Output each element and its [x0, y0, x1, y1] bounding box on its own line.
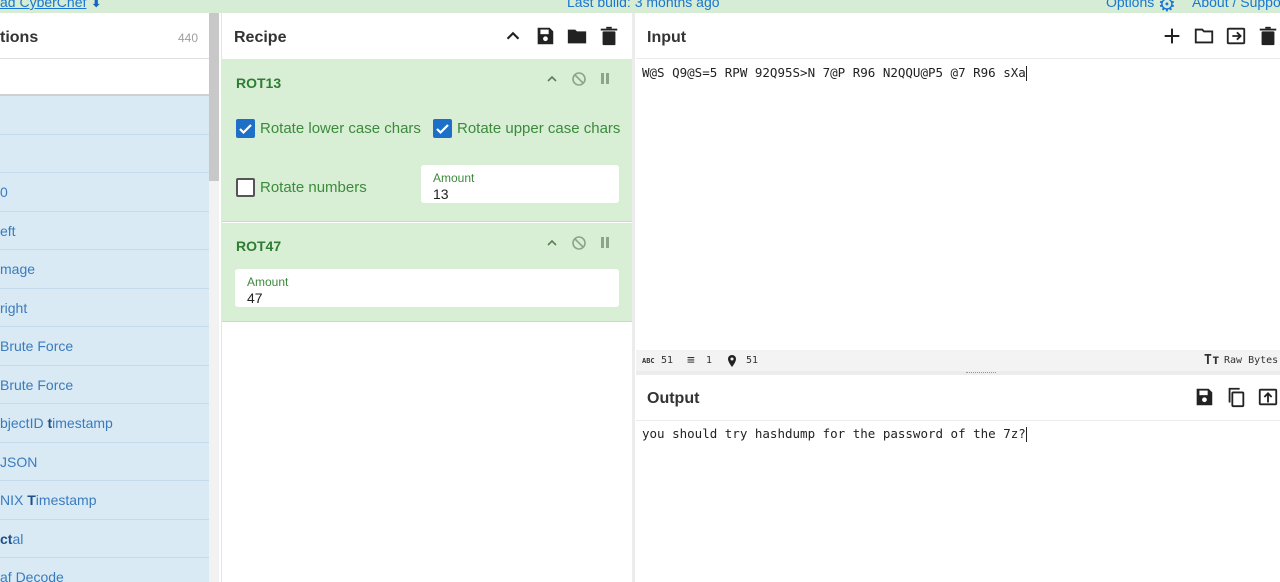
output-panel: Output you should try hashdump for the p… [636, 375, 1280, 582]
rotate-lower-checkbox[interactable] [236, 119, 255, 138]
rot47-title: ROT47 [236, 238, 282, 254]
top-banner: ad CyberChef ⬇ Last build: 3 months ago O… [0, 0, 1280, 13]
output-title: Output [647, 390, 700, 407]
check-icon [436, 124, 449, 135]
copy-icon[interactable] [1225, 386, 1247, 408]
rotate-numbers-checkbox[interactable] [236, 178, 255, 197]
input-header: Input [636, 13, 1280, 59]
about-link[interactable]: About / Suppo [1192, 0, 1280, 10]
input-title: Input [647, 29, 687, 46]
location-pin-icon [728, 355, 736, 367]
operation-list-item[interactable]: ctal [0, 520, 209, 558]
operations-title: tions [0, 29, 39, 46]
chevron-up-icon[interactable] [546, 237, 558, 249]
download-link[interactable]: ad CyberChef ⬇ [0, 0, 102, 11]
amount-label: Amount [247, 275, 289, 289]
output-header: Output [636, 375, 1280, 421]
operation-list-item[interactable]: Brute Force [0, 366, 209, 404]
last-build-text: Last build: 3 months ago [567, 0, 720, 10]
save-icon[interactable] [1193, 386, 1215, 408]
chevron-up-icon[interactable] [502, 25, 524, 47]
operation-list-item[interactable] [0, 96, 209, 135]
rotate-upper-label: Rotate upper case chars [457, 120, 621, 137]
operations-list: 0 eft mage right Brute Force Brute Force bject… [0, 96, 209, 582]
input-panel: Input W@S Q9@S=5 RPW 92Q95S>N 7@P R96 N2… [636, 13, 1280, 350]
input-status-bar: ABC 51 ≡ 1 51 Tт Raw Bytes [636, 350, 1280, 372]
disable-icon[interactable] [571, 235, 587, 251]
operations-scrollbar[interactable] [209, 13, 219, 582]
operations-header: tions 440 [0, 13, 209, 59]
recipe-header: Recipe [222, 13, 633, 59]
pause-icon[interactable] [599, 72, 611, 85]
save-icon[interactable] [534, 25, 556, 47]
recipe-panel: Recipe ROT13 Rotate lower case chars Rot… [221, 13, 633, 582]
check-icon [239, 124, 252, 135]
rot47-operation: ROT47 Amount 47 [222, 223, 633, 322]
rot13-amount-field[interactable]: Amount 13 [421, 165, 619, 203]
operations-panel: tions 440 0 eft mage right Brute Force Brute … [0, 13, 209, 582]
amount-value[interactable]: 13 [433, 186, 449, 202]
operations-search-input[interactable] [0, 59, 209, 96]
operations-count: 440 [177, 31, 198, 45]
operation-list-item[interactable]: Brute Force [0, 327, 209, 366]
rot47-amount-field[interactable]: Amount 47 [235, 269, 619, 307]
folder-icon[interactable] [566, 25, 588, 47]
gear-icon[interactable]: ⚙ [1158, 0, 1176, 13]
replace-input-icon[interactable] [1257, 386, 1279, 408]
open-folder-icon[interactable] [1193, 25, 1215, 47]
operation-list-item[interactable]: right [0, 289, 209, 327]
length-icon: ABC [642, 357, 655, 365]
amount-label: Amount [433, 171, 475, 185]
rotate-upper-checkbox[interactable] [433, 119, 452, 138]
pause-icon[interactable] [599, 236, 611, 249]
operation-list-item[interactable]: 0 [0, 173, 209, 212]
disable-icon[interactable] [571, 71, 587, 87]
operation-list-item[interactable]: af Decode [0, 558, 209, 582]
operation-list-item[interactable] [0, 135, 209, 173]
operation-list-item[interactable]: JSON [0, 443, 209, 481]
cursor-position: 51 [746, 355, 759, 366]
rotate-numbers-label: Rotate numbers [260, 179, 367, 196]
recipe-io-splitter[interactable] [632, 13, 635, 582]
font-size-icon[interactable]: Tт [1204, 353, 1220, 368]
operation-list-item[interactable]: NIX Timestamp [0, 481, 209, 520]
input-textarea[interactable]: W@S Q9@S=5 RPW 92Q95S>N 7@P R96 N2QQU@P5… [642, 65, 1027, 81]
rotate-lower-label: Rotate lower case chars [260, 120, 421, 137]
recipe-title: Recipe [234, 29, 287, 46]
trash-icon[interactable] [1257, 25, 1279, 47]
trash-icon[interactable] [598, 25, 620, 47]
encoding-label[interactable]: Raw Bytes [1224, 355, 1278, 366]
operation-list-item[interactable]: bjectID timestamp [0, 404, 209, 443]
plus-icon[interactable] [1161, 25, 1183, 47]
operation-list-item[interactable]: eft [0, 212, 209, 250]
char-count: 51 [661, 355, 674, 366]
lines-icon: ≡ [687, 353, 695, 368]
download-arrow-icon: ⬇ [90, 0, 103, 10]
options-link[interactable]: Options [1106, 0, 1154, 10]
output-textarea[interactable]: you should try hashdump for the password… [642, 426, 1027, 442]
operations-scroll-thumb[interactable] [209, 13, 219, 181]
chevron-up-icon[interactable] [546, 73, 558, 85]
amount-value[interactable]: 47 [247, 290, 263, 306]
rot13-operation: ROT13 Rotate lower case chars Rotate upp… [222, 59, 633, 222]
rot13-title: ROT13 [236, 75, 282, 91]
open-file-icon[interactable] [1225, 25, 1247, 47]
line-count: 1 [706, 355, 713, 366]
operation-list-item[interactable]: mage [0, 250, 209, 289]
